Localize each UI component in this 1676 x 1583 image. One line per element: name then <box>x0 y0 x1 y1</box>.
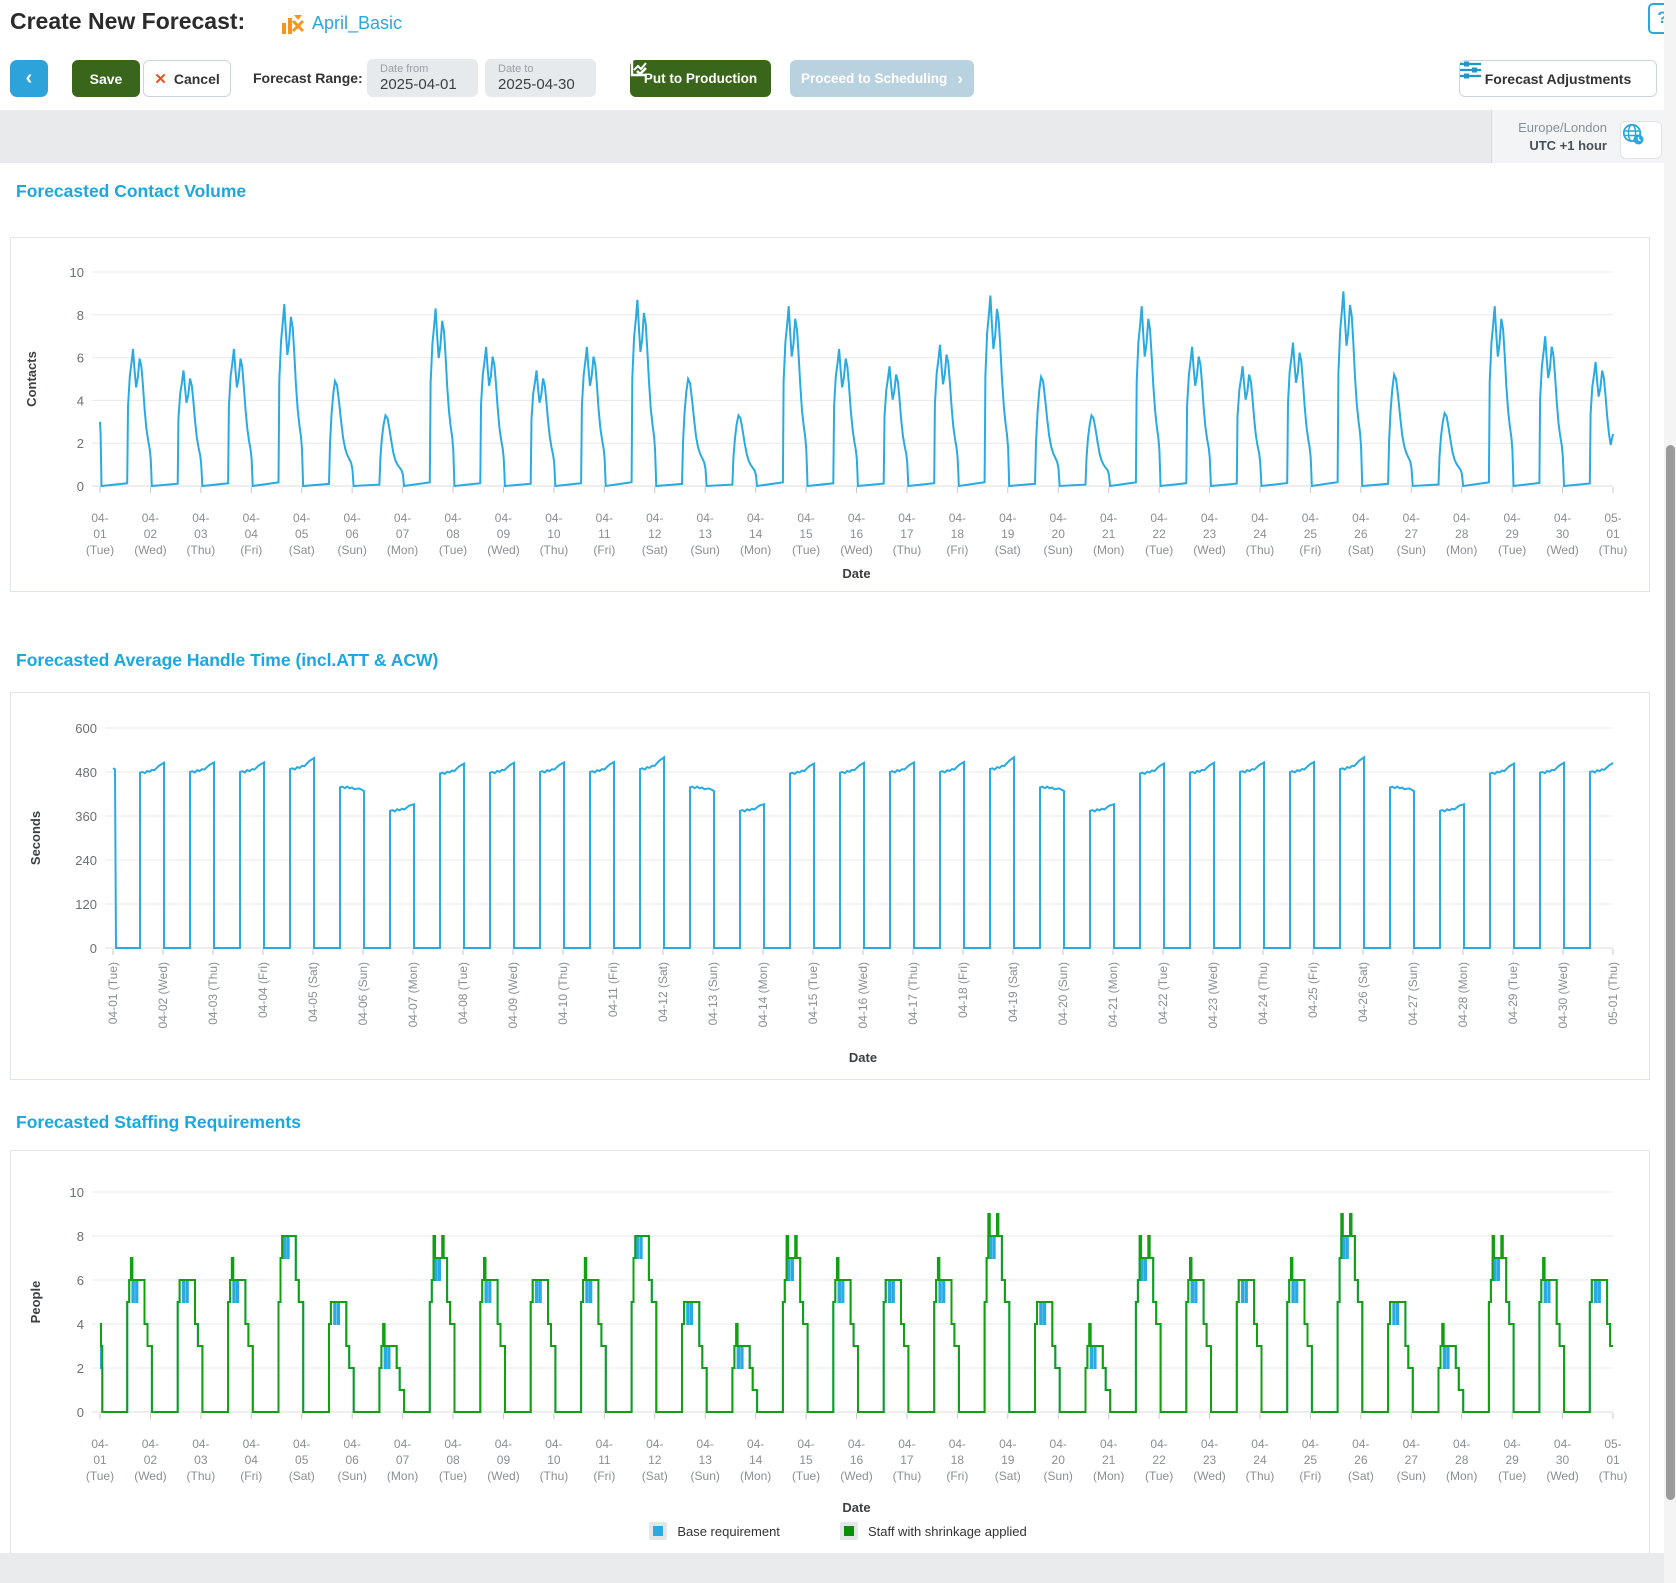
svg-text:04-11(Fri): 04-11 (Fri) <box>593 1437 615 1483</box>
svg-text:6: 6 <box>77 1273 84 1288</box>
svg-text:04-12(Sat): 04-12 (Sat) <box>642 1437 668 1483</box>
svg-text:04-05(Sat): 04-05 (Sat) <box>289 1437 315 1483</box>
svg-text:04-28(Mon): 04-28 (Mon) <box>1446 1437 1477 1483</box>
svg-text:0: 0 <box>77 1405 84 1420</box>
svg-text:04-18(Fri): 04-18 (Fri) <box>946 1437 968 1483</box>
svg-text:2: 2 <box>77 1361 84 1376</box>
svg-text:04-29(Tue): 04-29 (Tue) <box>1498 1437 1526 1483</box>
svg-text:10: 10 <box>70 1185 84 1200</box>
svg-text:04-13(Sun): 04-13 (Sun) <box>691 1437 720 1483</box>
svg-text:04-24(Thu): 04-24 (Thu) <box>1246 1437 1275 1483</box>
svg-text:04-15(Tue): 04-15 (Tue) <box>792 1437 820 1483</box>
legend-swatch-blue <box>649 1522 668 1540</box>
svg-text:04-22(Tue): 04-22 (Tue) <box>1145 1437 1173 1483</box>
svg-text:04-01(Tue): 04-01 (Tue) <box>86 1437 114 1483</box>
svg-text:04-17(Thu): 04-17 (Thu) <box>893 1437 922 1483</box>
svg-text:04-06(Sun): 04-06 (Sun) <box>337 1437 366 1483</box>
svg-text:04-23(Wed): 04-23 (Wed) <box>1193 1437 1225 1483</box>
scrollbar-thumb[interactable] <box>1666 445 1675 1500</box>
page-footer-strip <box>0 1553 1676 1583</box>
svg-text:04-26(Sat): 04-26 (Sat) <box>1348 1437 1374 1483</box>
svg-text:04-27(Sun): 04-27 (Sun) <box>1397 1437 1426 1483</box>
svg-text:04-04(Fri): 04-04 (Fri) <box>240 1437 262 1483</box>
svg-text:04-19(Sat): 04-19 (Sat) <box>995 1437 1021 1483</box>
svg-text:04-20(Sun): 04-20 (Sun) <box>1044 1437 1073 1483</box>
svg-text:4: 4 <box>77 1317 84 1332</box>
svg-text:8: 8 <box>77 1229 84 1244</box>
staffing-chart: 0 2 4 6 8 10 04-01 (Tue) 04-02 (Wed) 04-03 (Thu) 04-… <box>28 1185 1628 1515</box>
legend-item-base[interactable]: Base requirement <box>649 1522 780 1540</box>
legend-base-label: Base requirement <box>677 1523 780 1539</box>
svg-text:04-09(Wed): 04-09 (Wed) <box>487 1437 519 1483</box>
svg-text:04-03(Thu): 04-03 (Thu) <box>187 1437 216 1483</box>
svg-text:04-30(Wed): 04-30 (Wed) <box>1546 1437 1578 1483</box>
svg-text:05-01(Thu): 05-01 (Thu) <box>1599 1437 1628 1483</box>
legend-item-shrinkage[interactable]: Staff with shrinkage applied <box>839 1522 1027 1540</box>
svg-text:04-14(Mon): 04-14 (Mon) <box>740 1437 771 1483</box>
staffing-legend: Base requirement Staff with shrinkage ap… <box>0 1522 1676 1540</box>
svg-text:Date: Date <box>842 1500 870 1515</box>
svg-text:04-08(Tue): 04-08 (Tue) <box>439 1437 467 1483</box>
svg-text:04-21(Mon): 04-21 (Mon) <box>1093 1437 1124 1483</box>
legend-shrinkage-label: Staff with shrinkage applied <box>867 1523 1027 1539</box>
svg-text:04-16(Wed): 04-16 (Wed) <box>840 1437 872 1483</box>
svg-text:04-02(Wed): 04-02 (Wed) <box>134 1437 166 1483</box>
svg-text:04-10(Thu): 04-10 (Thu) <box>540 1437 569 1483</box>
legend-swatch-green <box>839 1522 858 1540</box>
svg-text:04-07(Mon): 04-07 (Mon) <box>387 1437 418 1483</box>
svg-text:People: People <box>28 1281 43 1324</box>
svg-text:04-25(Fri): 04-25 (Fri) <box>1299 1437 1321 1483</box>
